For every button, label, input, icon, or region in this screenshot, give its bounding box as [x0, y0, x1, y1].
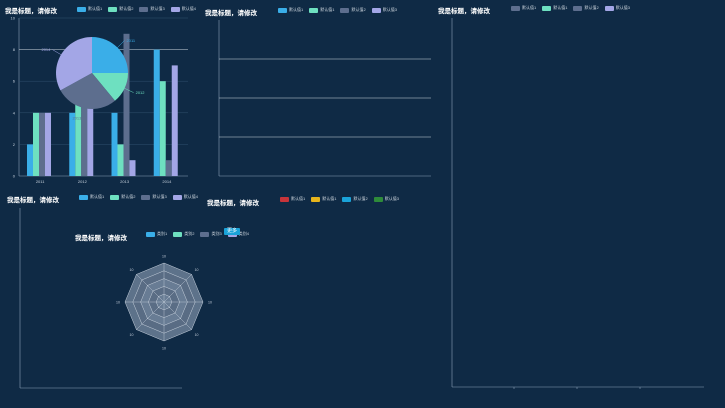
pie-label: 2011: [127, 38, 136, 43]
chart-legend[interactable]: 默认值1 默认值1 默认值2 默认值3: [280, 196, 399, 202]
radar-indicator-label: 10: [130, 268, 134, 272]
legend-item[interactable]: 默认值2: [342, 196, 368, 202]
legend-swatch: [373, 196, 383, 202]
radar-indicator-label: 10: [195, 268, 199, 272]
panel-title: 我是标题，请修改: [207, 200, 259, 207]
pie-label: 2014: [41, 47, 51, 52]
bar: [69, 112, 76, 176]
legend-item[interactable]: 默认值3: [373, 196, 399, 202]
bar: [111, 112, 118, 176]
bar: [117, 144, 124, 176]
radar-chart: 10 10 10 10 10 10 10 10: [116, 255, 212, 351]
y-tick-label: 6: [13, 79, 16, 84]
y-tick-label: 2: [13, 142, 16, 147]
radar-indicator-label: 10: [162, 255, 166, 259]
x-tick-label: 2012: [78, 179, 88, 184]
bar: [75, 97, 82, 176]
bar: [45, 112, 51, 176]
legend-label: 默认值1: [291, 196, 306, 201]
radar-indicator-label: 10: [130, 333, 134, 337]
right-top-panel: 我是标题，请修改 默认值1 默认值1 默认值2 默认值3: [432, 0, 725, 389]
bar: [123, 33, 130, 176]
legend-swatch: [311, 196, 321, 202]
bar: [129, 160, 136, 176]
y-tick-label: 10: [11, 16, 16, 21]
bar: [153, 49, 160, 176]
legend-label: 默认值3: [384, 196, 399, 201]
right-axis: [451, 18, 704, 389]
radar-indicator-label: 10: [162, 347, 166, 351]
bar: [33, 112, 39, 176]
radar-indicator-label: 10: [208, 301, 212, 305]
empty-line-chart: [218, 20, 431, 177]
y-tick-label: 0: [13, 174, 16, 179]
radar-indicator-label: 10: [116, 301, 120, 305]
x-tick-label: 2014: [162, 179, 172, 184]
bar-pie-panel: 我是标题，请修改 默认值1 默认值2 默认值3 默认值4 0 2 4 6 8 10 2011 201…: [0, 0, 200, 190]
bar: [27, 144, 33, 176]
y-tick-label: 8: [13, 47, 16, 52]
radar-panel: 我是标题，请修改 类别1 类别2 类别3 类别4 更多 10 10 10 10 10 10 10 1…: [70, 226, 260, 356]
bar: [159, 81, 166, 176]
pie-label-line: [52, 49, 62, 55]
bar: [165, 160, 172, 176]
pie-label-line: [117, 40, 125, 48]
x-tick-label: 2011: [36, 179, 45, 184]
x-tick-label: 2013: [120, 179, 130, 184]
bar: [39, 112, 45, 176]
legend-swatch: [280, 196, 289, 202]
bar-chart: 0 2 4 6 8 10 2011 2012 2013 2014 2011 2012 2013 2014: [11, 16, 188, 184]
legend-swatch: [342, 196, 352, 202]
radar-indicator-label: 10: [195, 333, 199, 337]
bar: [171, 65, 178, 176]
legend-item[interactable]: 默认值1: [280, 196, 305, 202]
pie-label: 2013: [72, 116, 82, 121]
y-tick-label: 4: [13, 110, 16, 115]
line-chart-panel: 我是标题，请修改 默认值1 默认值1 默认值2 默认值3: [200, 0, 440, 190]
legend-item[interactable]: 默认值1: [311, 196, 336, 202]
legend-label: 默认值1: [322, 196, 337, 201]
legend-label: 默认值2: [353, 196, 368, 201]
pie-label: 2012: [136, 90, 146, 95]
